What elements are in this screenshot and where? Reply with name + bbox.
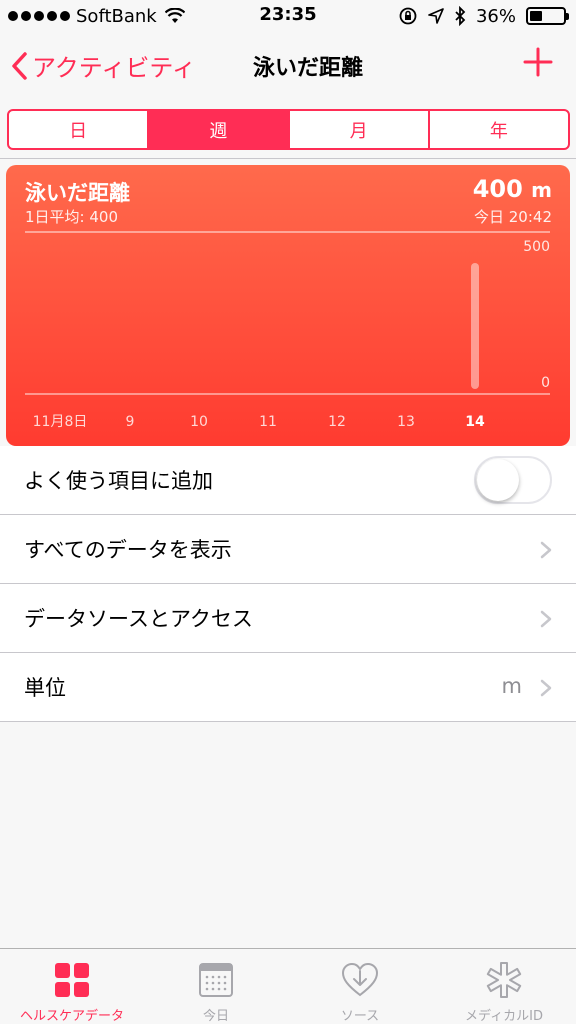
tab-label: ソース bbox=[340, 1009, 380, 1024]
chevron-right-icon bbox=[540, 541, 552, 559]
add-to-favorites-label: よく使う項目に追加 bbox=[24, 469, 213, 493]
toggle-knob bbox=[477, 459, 519, 501]
chevron-right-icon bbox=[540, 679, 552, 697]
data-sources-row[interactable]: データソースとアクセス bbox=[0, 584, 576, 653]
segment-year[interactable]: 年 bbox=[430, 111, 568, 148]
y-tick-label: 0 bbox=[541, 375, 550, 391]
segment-week[interactable]: 週 bbox=[149, 111, 290, 148]
tab-label: 今日 bbox=[202, 1009, 229, 1024]
chevron-right-icon bbox=[540, 610, 552, 628]
bar-chart: 500 0 11月8日 9 10 11 12 13 14 bbox=[25, 231, 550, 430]
time-range-segmented-control: 日 週 月 年 bbox=[7, 109, 570, 150]
battery-icon bbox=[526, 7, 569, 25]
medical-star-icon bbox=[486, 962, 522, 998]
grid-icon bbox=[55, 963, 89, 997]
data-sources-label: データソースとアクセス bbox=[24, 607, 253, 631]
tab-today[interactable]: 今日 bbox=[144, 949, 288, 1024]
heart-download-icon bbox=[341, 962, 379, 997]
orientation-lock-icon bbox=[399, 7, 417, 25]
bluetooth-icon bbox=[455, 6, 466, 26]
status-right: 36% bbox=[398, 4, 569, 28]
x-tick-label: 13 bbox=[397, 414, 415, 430]
segment-month[interactable]: 月 bbox=[290, 111, 430, 148]
battery-percent: 36% bbox=[475, 5, 516, 27]
tab-sources[interactable]: ソース bbox=[288, 949, 432, 1024]
unit-label: 単位 bbox=[24, 676, 66, 700]
x-tick-label: 10 bbox=[190, 414, 208, 430]
tab-medical-id[interactable]: メディカルID bbox=[432, 949, 576, 1024]
tab-health-data[interactable]: ヘルスケアデータ bbox=[0, 949, 144, 1024]
plus-icon[interactable] bbox=[522, 46, 554, 78]
location-icon bbox=[428, 8, 444, 24]
options-list: よく使う項目に追加 すべてのデータを表示 データソースとアクセス 単位 m bbox=[0, 446, 576, 722]
tab-bar: ヘルスケアデータ 今日 ソース メディカルID bbox=[0, 948, 576, 1024]
page-title: 泳いだ距離 bbox=[252, 56, 363, 81]
x-tick-label: 9 bbox=[126, 414, 135, 430]
divider bbox=[0, 158, 576, 159]
status-bar: SoftBank 23:35 36% bbox=[0, 0, 576, 32]
add-to-favorites-row: よく使う項目に追加 bbox=[0, 446, 576, 515]
tab-label: ヘルスケアデータ bbox=[19, 1009, 124, 1024]
y-tick-label: 500 bbox=[523, 239, 550, 255]
unit-value: m bbox=[501, 674, 522, 698]
navigation-bar: アクティビティ 泳いだ距離 bbox=[0, 32, 576, 98]
x-tick-label: 14 bbox=[465, 414, 485, 430]
calendar-icon bbox=[199, 963, 233, 997]
favorite-toggle[interactable] bbox=[474, 456, 552, 504]
x-tick-label: 11月8日 bbox=[33, 414, 88, 430]
show-all-data-row[interactable]: すべてのデータを表示 bbox=[0, 515, 576, 584]
x-tick-label: 12 bbox=[328, 414, 346, 430]
chart-card[interactable]: 泳いだ距離 1日平均: 400 400 m 今日 20:42 500 0 11月8日… bbox=[6, 165, 570, 446]
unit-row[interactable]: 単位 m bbox=[0, 653, 576, 722]
show-all-data-label: すべてのデータを表示 bbox=[24, 538, 232, 562]
segment-day[interactable]: 日 bbox=[9, 111, 150, 148]
x-tick-label: 11 bbox=[259, 414, 277, 430]
chart-bar[interactable] bbox=[471, 263, 479, 389]
tab-label: メディカルID bbox=[465, 1009, 543, 1024]
